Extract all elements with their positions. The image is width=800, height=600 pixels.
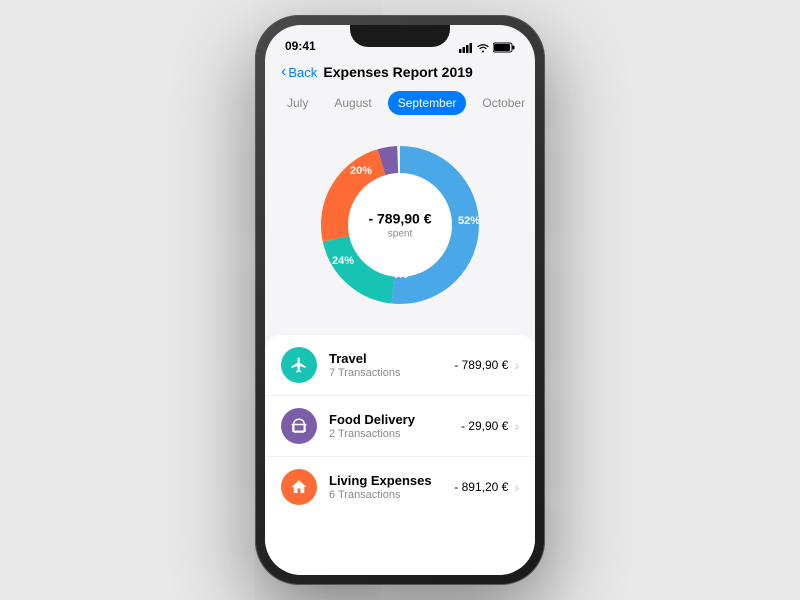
living-name: Living Expenses (329, 473, 454, 488)
food-amount: - 29,90 € (461, 419, 508, 433)
travel-amount: - 789,90 € (454, 358, 508, 372)
travel-info: Travel 7 Transactions (329, 351, 454, 379)
tab-august[interactable]: August (324, 91, 381, 115)
wifi-icon (477, 43, 489, 53)
back-chevron-icon: ‹ (281, 63, 286, 81)
month-tabs: July August September October Nov (265, 91, 535, 125)
list-item-food[interactable]: Food Delivery 2 Transactions - 29,90 € › (265, 396, 535, 457)
list-item-living[interactable]: Living Expenses 6 Transactions - 891,20 … (265, 457, 535, 517)
travel-icon (281, 347, 317, 383)
signal-icon (459, 43, 473, 53)
segment-label-orange: 24% (332, 255, 354, 267)
food-sub: 2 Transactions (329, 428, 461, 440)
back-button[interactable]: ‹ Back (281, 63, 317, 81)
donut-center-text: - 789,90 € spent (368, 211, 431, 240)
food-name: Food Delivery (329, 412, 461, 427)
page-title: Expenses Report 2019 (317, 64, 479, 80)
battery-icon (493, 42, 515, 53)
back-label: Back (288, 65, 317, 80)
tab-october[interactable]: October (472, 91, 535, 115)
status-icons (459, 42, 515, 53)
food-chevron-icon: › (514, 418, 519, 434)
food-info: Food Delivery 2 Transactions (329, 412, 461, 440)
segment-label-teal: 20% (350, 165, 372, 177)
phone-notch (350, 25, 450, 47)
living-home-icon (290, 478, 308, 496)
travel-chevron-icon: › (514, 357, 519, 373)
phone-device: 09:41 (255, 15, 545, 585)
living-info: Living Expenses 6 Transactions (329, 473, 454, 501)
segment-label-blue: 52% (458, 215, 480, 227)
segment-label-purple: 4% (392, 269, 408, 281)
food-icon (281, 408, 317, 444)
expense-list: Travel 7 Transactions - 789,90 € › Food … (265, 335, 535, 575)
travel-sub: 7 Transactions (329, 367, 454, 379)
nav-bar: ‹ Back Expenses Report 2019 (265, 57, 535, 91)
travel-plane-icon (290, 356, 308, 374)
phone-screen: 09:41 (265, 25, 535, 575)
food-burger-icon (290, 417, 308, 435)
status-time: 09:41 (285, 39, 316, 53)
living-chevron-icon: › (514, 479, 519, 495)
tab-september[interactable]: September (388, 91, 467, 115)
living-amount: - 891,20 € (454, 480, 508, 494)
list-item-travel[interactable]: Travel 7 Transactions - 789,90 € › (265, 335, 535, 396)
chart-amount: - 789,90 € (368, 211, 431, 227)
living-sub: 6 Transactions (329, 489, 454, 501)
tab-july[interactable]: July (277, 91, 318, 115)
donut-chart: - 789,90 € spent 20% 52% 24% 4% (310, 135, 490, 315)
travel-name: Travel (329, 351, 454, 366)
chart-area: - 789,90 € spent 20% 52% 24% 4% (265, 125, 535, 335)
living-icon (281, 469, 317, 505)
chart-spent-label: spent (368, 229, 431, 240)
